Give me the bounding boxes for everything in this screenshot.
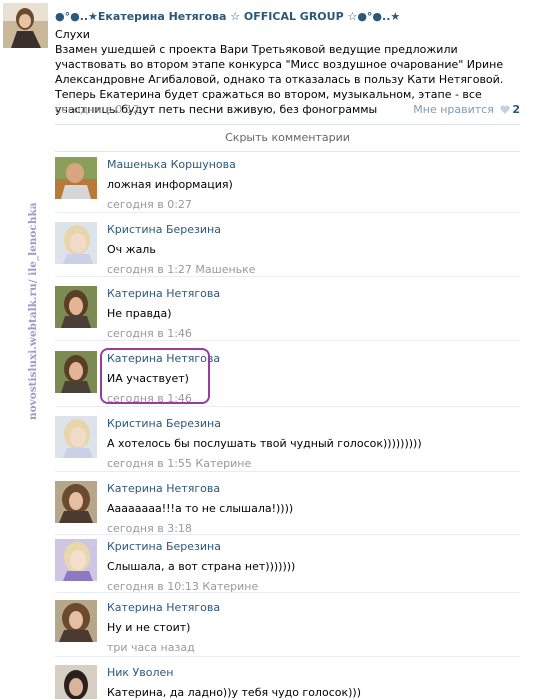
comment: Кристина Березина А хотелось бы послушат… xyxy=(55,416,525,478)
comment-date[interactable]: сегодня в 1:27 Машеньке xyxy=(107,262,517,277)
comment-date-text[interactable]: три часа назад xyxy=(107,641,195,654)
like-count: 2 xyxy=(512,103,520,116)
post-title: Слухи xyxy=(55,28,90,41)
comment-text: ложная информация) xyxy=(107,178,233,191)
comment: Ник Уволен Катерина, да ладно))у тебя чу… xyxy=(55,665,525,699)
group-avatar[interactable] xyxy=(3,3,48,48)
comment-date[interactable]: сегодня в 1:55 Катерине xyxy=(107,456,517,471)
comment-text: Оч жаль xyxy=(107,243,156,256)
comment-divider xyxy=(55,592,520,593)
comment-divider xyxy=(55,340,520,341)
post-date[interactable]: сегодня в 0:12 xyxy=(55,103,140,116)
heart-icon xyxy=(500,104,511,114)
post-footer: сегодня в 0:12 Мне нравится 2 xyxy=(55,103,520,117)
highlight-frame xyxy=(100,348,210,404)
comment-text: А хотелось бы послушать твой чудный голо… xyxy=(107,437,422,450)
comment-author-link[interactable]: Кристина Березина xyxy=(107,222,517,237)
comment-date-text[interactable]: сегодня в 1:55 xyxy=(107,457,192,470)
like-button[interactable]: Мне нравится 2 xyxy=(413,103,520,116)
hide-comments-button[interactable]: Скрыть комментарии xyxy=(55,124,520,152)
group-name-link[interactable]: ●°●..★Екатерина Нетягова ☆ OFFICAL GROUP… xyxy=(55,10,525,24)
comment-divider xyxy=(55,471,520,472)
comment-avatar[interactable] xyxy=(55,539,97,581)
comment-divider xyxy=(55,534,520,535)
comment-text: Аааааааа!!!а то не слышала!)))) xyxy=(107,502,294,515)
comment-text: Не правда) xyxy=(107,307,172,320)
comment-avatar[interactable] xyxy=(55,665,97,699)
comment-avatar[interactable] xyxy=(55,286,97,328)
comment-author-link[interactable]: Катерина Нетягова xyxy=(107,600,517,615)
like-label[interactable]: Мне нравится xyxy=(413,103,494,116)
comment-avatar[interactable] xyxy=(55,351,97,393)
comment-date[interactable]: три часа назад xyxy=(107,640,517,655)
comment-divider xyxy=(55,212,520,213)
watermark: novostisluxi.webtalk.ru/ ile_lenochka xyxy=(27,150,49,420)
comment-avatar[interactable] xyxy=(55,157,97,199)
watermark-text: novostisluxi.webtalk.ru/ ile_lenochka xyxy=(27,202,39,420)
comment-text: Катерина, да ладно))у тебя чудо голосок)… xyxy=(107,686,361,699)
comment: Катерина Нетягова Ну и не стоит) три час… xyxy=(55,600,525,662)
comment-date-text[interactable]: сегодня в 1:46 xyxy=(107,327,192,340)
reply-to-link[interactable]: Катерине xyxy=(195,457,251,470)
comment-text: Ну и не стоит) xyxy=(107,621,191,634)
comment-avatar[interactable] xyxy=(55,222,97,264)
comment-author-link[interactable]: Ник Уволен xyxy=(107,665,517,680)
comment-divider xyxy=(55,656,520,657)
comment: Кристина Березина Оч жаль сегодня в 1:27… xyxy=(55,222,525,284)
comment: Катерина Нетягова Не правда) сегодня в 1… xyxy=(55,286,525,348)
comment-divider xyxy=(55,276,520,277)
comment-date[interactable]: сегодня в 0:27 xyxy=(107,197,517,212)
comment-author-link[interactable]: Катерина Нетягова xyxy=(107,481,517,496)
comment-author-link[interactable]: Машенька Коршунова xyxy=(107,157,517,172)
comment-author-link[interactable]: Кристина Березина xyxy=(107,416,517,431)
comment-date[interactable]: сегодня в 1:46 xyxy=(107,326,517,341)
comment-author-link[interactable]: Катерина Нетягова xyxy=(107,286,517,301)
comment-avatar[interactable] xyxy=(55,600,97,642)
comment-divider xyxy=(55,406,520,407)
comment-avatar[interactable] xyxy=(55,416,97,458)
comment-author-link[interactable]: Кристина Березина xyxy=(107,539,517,554)
comment-date-text[interactable]: сегодня в 0:27 xyxy=(107,198,192,211)
comment-date-text[interactable]: сегодня в 1:27 xyxy=(107,263,192,276)
comment-avatar[interactable] xyxy=(55,481,97,523)
comment: Машенька Коршунова ложная информация) се… xyxy=(55,157,525,219)
reply-to-link[interactable]: Машеньке xyxy=(195,263,255,276)
comment-text: Слышала, а вот страна нет))))))) xyxy=(107,560,296,573)
